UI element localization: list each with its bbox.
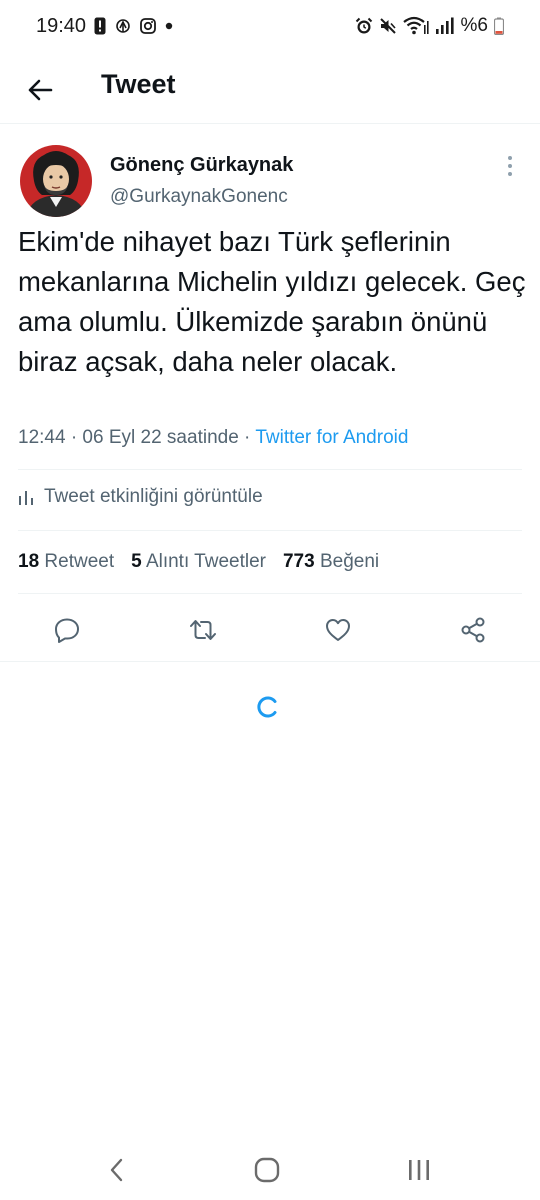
recents-icon	[409, 1160, 429, 1180]
divider	[0, 661, 540, 662]
retweets-count: 18	[18, 551, 40, 572]
tweet-stats: 18 Retweet 5 Alıntı Tweetler 773 Beğeni	[18, 551, 379, 573]
quotes-label: Alıntı Tweetler	[145, 551, 266, 572]
home-icon	[254, 1157, 280, 1183]
system-navigation-bar	[0, 1136, 540, 1200]
like-button[interactable]	[320, 612, 356, 648]
author-handle[interactable]: @GurkaynakGonenc	[110, 186, 288, 208]
signal-icon	[435, 17, 454, 34]
battery-level: %6	[460, 15, 488, 36]
divider	[18, 469, 522, 470]
more-vertical-icon	[508, 156, 512, 160]
back-button[interactable]	[18, 68, 62, 112]
status-left-icons	[94, 17, 173, 35]
chevron-left-icon	[110, 1158, 123, 1182]
tweet-timestamp: 12:44 · 06 Eyl 22 saatinde · Twitter for…	[18, 427, 408, 449]
retweets-stat[interactable]: 18 Retweet	[18, 551, 114, 573]
mute-icon	[379, 18, 396, 34]
instagram-icon	[140, 18, 156, 34]
status-right-icons: %6	[355, 15, 504, 37]
retweet-icon	[190, 620, 216, 640]
back-arrow-icon	[28, 79, 53, 101]
tweet-source-link[interactable]: Twitter for Android	[255, 427, 408, 448]
tweet-analytics-link[interactable]: Tweet etkinliğini görüntüle	[18, 486, 263, 508]
loading-spinner-icon	[257, 696, 277, 718]
network-icon	[116, 19, 130, 33]
alarm-icon	[355, 17, 372, 34]
divider	[18, 593, 522, 594]
tweet-text: Ekim'de nihayet bazı Türk şeflerinin mek…	[18, 226, 526, 377]
more-options-button[interactable]	[498, 154, 522, 178]
battery-icon	[494, 17, 504, 35]
analytics-icon	[19, 491, 33, 505]
retweets-label: Retweet	[44, 551, 115, 572]
nav-back-button[interactable]	[99, 1152, 135, 1188]
nav-home-button[interactable]	[249, 1152, 285, 1188]
likes-label: Beğeni	[319, 551, 380, 572]
tweet-time[interactable]: 12:44 · 06 Eyl 22 saatinde ·	[18, 427, 255, 448]
likes-count: 773	[282, 551, 315, 572]
analytics-label: Tweet etkinliğini görüntüle	[44, 486, 263, 507]
page-title: Tweet	[101, 69, 176, 99]
quotes-count: 5	[131, 551, 142, 572]
more-vertical-icon	[508, 172, 512, 176]
status-time: 19:40	[36, 15, 87, 37]
retweet-button[interactable]	[185, 612, 221, 648]
likes-stat[interactable]: 773 Beğeni	[283, 551, 379, 573]
app-header: Tweet	[0, 56, 540, 124]
divider	[18, 530, 522, 531]
dot-icon	[165, 22, 173, 30]
share-icon	[461, 617, 485, 643]
heart-icon	[326, 619, 350, 641]
more-vertical-icon	[508, 164, 512, 168]
avatar[interactable]	[20, 145, 92, 217]
author-name[interactable]: Gönenç Gürkaynak	[110, 154, 293, 177]
share-button[interactable]	[455, 612, 491, 648]
notification-alert-icon	[94, 17, 106, 35]
reply-icon	[55, 618, 79, 643]
nav-recents-button[interactable]	[401, 1152, 437, 1188]
author-avatar-image	[20, 145, 92, 217]
status-bar: 19:40 %6	[0, 0, 540, 56]
reply-button[interactable]	[49, 612, 85, 648]
quote-tweets-stat[interactable]: 5 Alıntı Tweetler	[131, 551, 266, 573]
wifi-icon	[402, 16, 429, 35]
tweet-actions	[18, 612, 522, 648]
